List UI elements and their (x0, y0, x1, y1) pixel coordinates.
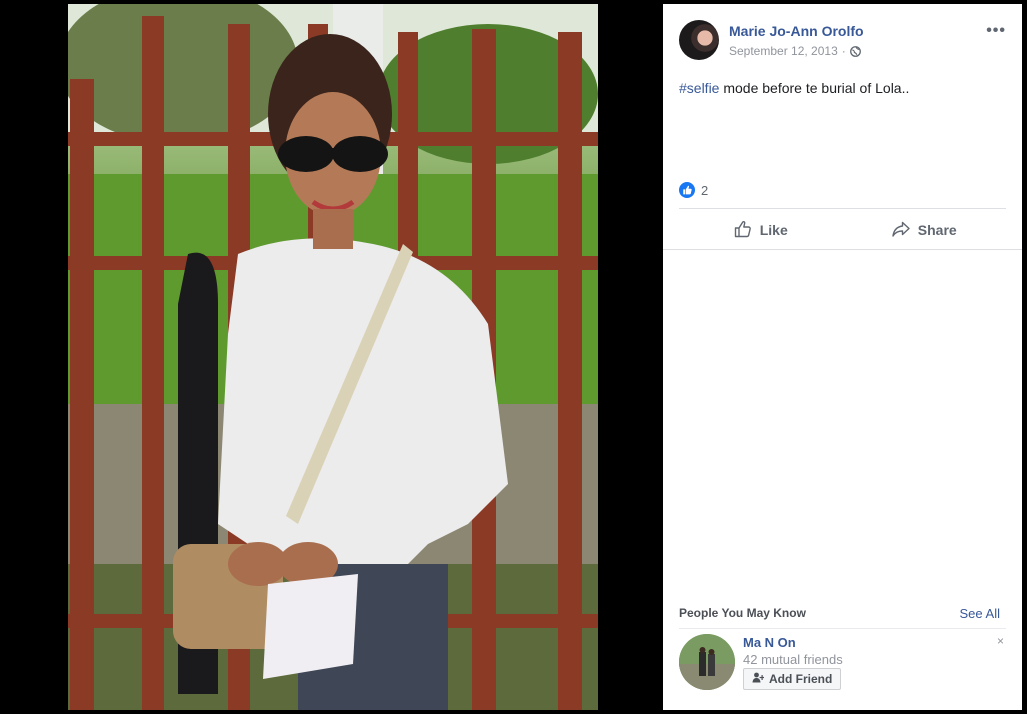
hashtag-link[interactable]: #selfie (679, 80, 719, 96)
dismiss-suggestion-icon[interactable]: × (997, 634, 1004, 648)
post-side-panel: Marie Jo-Ann Orolfo September 12, 2013 ·… (663, 4, 1022, 710)
meta-separator: · (841, 44, 846, 58)
photo-illustration (68, 4, 598, 710)
add-friend-label: Add Friend (769, 672, 833, 686)
pymk-header: People You May Know See All (679, 606, 1000, 621)
thumbs-up-icon (734, 220, 752, 241)
pymk-title: People You May Know (679, 606, 806, 620)
add-person-icon (752, 672, 765, 686)
suggested-friend-name[interactable]: Ma N On (743, 635, 796, 650)
reaction-count: 2 (701, 182, 709, 198)
post-action-bar: Like Share (679, 208, 1006, 251)
reaction-summary[interactable]: 2 (679, 182, 708, 198)
post-meta: September 12, 2013 · (729, 44, 861, 58)
caption-text: mode before te burial of Lola.. (719, 80, 910, 96)
like-label: Like (759, 222, 788, 238)
pymk-divider (679, 628, 1006, 629)
share-label: Share (917, 222, 957, 238)
post-photo[interactable] (68, 4, 598, 710)
suggested-friend-avatar[interactable] (679, 634, 735, 690)
panel-divider (663, 249, 1022, 250)
like-button[interactable]: Like (679, 209, 843, 251)
see-all-link[interactable]: See All (960, 606, 1000, 621)
mutual-friends-count[interactable]: 42 mutual friends (743, 652, 843, 667)
share-button[interactable]: Share (843, 209, 1007, 251)
author-avatar[interactable] (679, 20, 719, 60)
post-header: Marie Jo-Ann Orolfo September 12, 2013 ·… (663, 4, 1022, 68)
post-date[interactable]: September 12, 2013 (729, 44, 838, 58)
add-friend-button[interactable]: Add Friend (743, 668, 842, 690)
like-reaction-icon (679, 182, 695, 198)
globe-icon[interactable] (849, 45, 861, 57)
photo-stage (0, 0, 663, 714)
post-caption: #selfie mode before te burial of Lola.. (679, 80, 909, 96)
share-arrow-icon (892, 221, 910, 240)
more-options-icon[interactable]: ••• (986, 22, 1006, 40)
author-name[interactable]: Marie Jo-Ann Orolfo (729, 23, 864, 39)
